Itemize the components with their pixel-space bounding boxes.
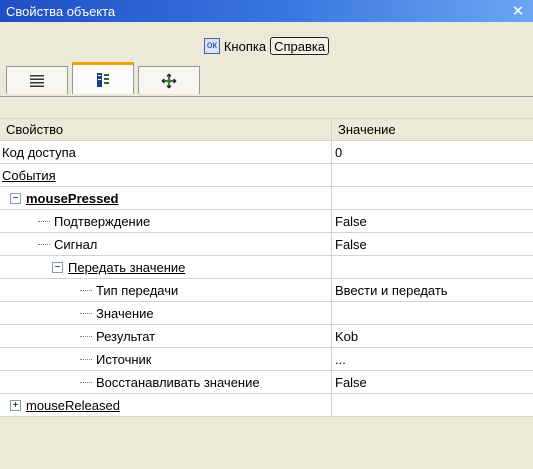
close-icon[interactable]: ✕ bbox=[509, 2, 527, 20]
header-value[interactable]: Значение bbox=[332, 119, 533, 140]
grid-row-pass-value[interactable]: − Передать значение bbox=[0, 256, 533, 279]
prop-value[interactable]: Kob bbox=[335, 329, 358, 344]
grid-row-source[interactable]: Источник ... bbox=[0, 348, 533, 371]
tab-list[interactable] bbox=[6, 66, 68, 94]
prop-value[interactable]: Ввести и передать bbox=[335, 283, 448, 298]
tree-line bbox=[38, 220, 50, 222]
grid-row-mousereleased[interactable]: + mouseReleased bbox=[0, 394, 533, 417]
prop-label: Восстанавливать значение bbox=[96, 374, 260, 390]
move-icon bbox=[161, 73, 177, 88]
grid-row-mousepressed[interactable]: − mousePressed bbox=[0, 187, 533, 210]
prop-label: Код доступа bbox=[2, 144, 76, 160]
prop-label: Значение bbox=[96, 305, 154, 321]
grid-header: Свойство Значение bbox=[0, 118, 533, 141]
object-name: Кнопка bbox=[223, 38, 267, 54]
tab-properties[interactable] bbox=[72, 62, 134, 94]
property-grid: Свойство Значение Код доступа 0 События … bbox=[0, 118, 533, 417]
object-header: ок Кнопка Справка bbox=[0, 34, 533, 58]
grid-row-result[interactable]: Результат Kob bbox=[0, 325, 533, 348]
prop-label[interactable]: События bbox=[2, 168, 56, 183]
properties-window: Свойства объекта ✕ ок Кнопка Справка Сво… bbox=[0, 0, 533, 469]
tree-line bbox=[80, 335, 92, 337]
grid-row-value[interactable]: Значение bbox=[0, 302, 533, 325]
prop-value[interactable]: False bbox=[335, 375, 367, 390]
prop-value[interactable]: ... bbox=[335, 352, 346, 367]
prop-label[interactable]: mousePressed bbox=[26, 191, 119, 206]
tab-strip bbox=[6, 62, 204, 96]
grid-row-events[interactable]: События bbox=[0, 164, 533, 187]
properties-icon bbox=[97, 72, 109, 87]
grid-bottom-area bbox=[0, 452, 533, 469]
prop-label: Сигнал bbox=[54, 236, 98, 252]
grid-row-restore-value[interactable]: Восстанавливать значение False bbox=[0, 371, 533, 394]
tab-divider bbox=[0, 96, 533, 97]
prop-value[interactable]: False bbox=[335, 237, 367, 252]
grid-row-transfer-type[interactable]: Тип передачи Ввести и передать bbox=[0, 279, 533, 302]
tree-line bbox=[80, 358, 92, 360]
tree-line bbox=[38, 243, 50, 245]
list-icon bbox=[30, 74, 44, 87]
prop-label[interactable]: Передать значение bbox=[68, 260, 185, 275]
prop-label: Тип передачи bbox=[96, 282, 179, 298]
prop-label: Подтверждение bbox=[54, 213, 151, 229]
prop-label: Источник bbox=[96, 351, 152, 367]
prop-value[interactable]: False bbox=[335, 214, 367, 229]
expand-icon[interactable]: + bbox=[10, 399, 21, 411]
tab-move[interactable] bbox=[138, 66, 200, 94]
tree-line bbox=[80, 381, 92, 383]
collapse-icon[interactable]: − bbox=[10, 192, 21, 204]
title-bar[interactable]: Свойства объекта ✕ bbox=[0, 0, 533, 22]
prop-value[interactable]: 0 bbox=[335, 145, 342, 160]
grid-row-confirmation[interactable]: Подтверждение False bbox=[0, 210, 533, 233]
prop-label[interactable]: mouseReleased bbox=[26, 398, 120, 413]
tree-line bbox=[80, 312, 92, 314]
window-title: Свойства объекта bbox=[6, 3, 116, 19]
grid-row-access-code[interactable]: Код доступа 0 bbox=[0, 141, 533, 164]
prop-label: Результат bbox=[96, 328, 156, 344]
grid-row-signal[interactable]: Сигнал False bbox=[0, 233, 533, 256]
object-type-badge: ок bbox=[203, 38, 220, 54]
tree-line bbox=[80, 289, 92, 291]
help-button[interactable]: Справка bbox=[270, 37, 330, 55]
header-property[interactable]: Свойство bbox=[0, 119, 332, 140]
collapse-icon[interactable]: − bbox=[52, 261, 63, 273]
